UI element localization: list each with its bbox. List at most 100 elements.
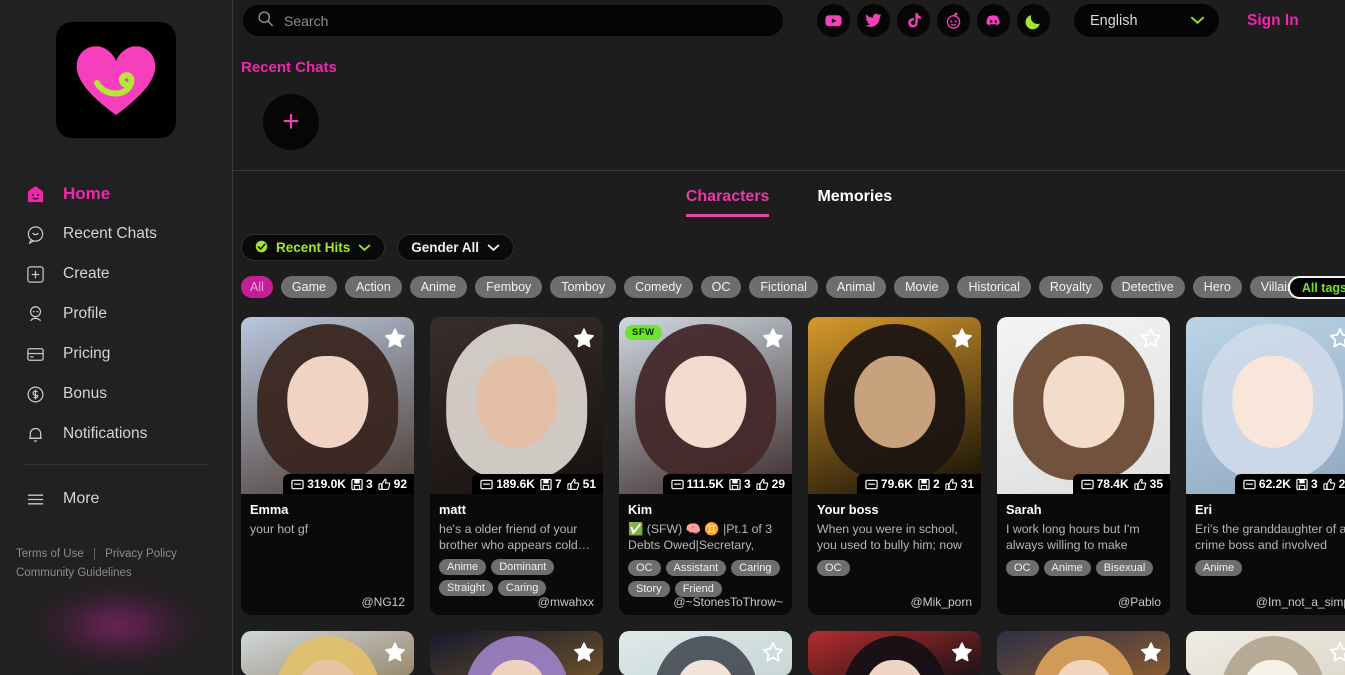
tag-pill[interactable]: Fictional: [749, 276, 818, 298]
favorite-star-icon[interactable]: [573, 641, 595, 663]
chat-count: 319.0K: [291, 477, 346, 491]
sidebar-item-profile[interactable]: Profile: [0, 294, 232, 334]
tag-pill[interactable]: OC: [701, 276, 742, 298]
search-icon: [257, 10, 274, 32]
character-card[interactable]: [1186, 631, 1345, 675]
logo-container[interactable]: [0, 0, 232, 138]
chat-count-value: 79.6K: [881, 477, 913, 491]
plus-square-icon: [24, 263, 46, 285]
sidebar-item-pricing[interactable]: Pricing: [0, 334, 232, 374]
character-tag[interactable]: OC: [817, 560, 850, 576]
card-body: matthe's a older friend of your brother …: [430, 494, 603, 615]
character-tag[interactable]: Caring: [498, 580, 546, 596]
tag-pill[interactable]: Detective: [1111, 276, 1185, 298]
character-tag[interactable]: Anime: [439, 559, 486, 575]
tag-pill[interactable]: All: [241, 276, 273, 298]
character-tag[interactable]: Caring: [731, 560, 779, 576]
favorite-star-icon[interactable]: [1329, 327, 1345, 349]
character-author[interactable]: @Mik_porn: [910, 595, 972, 609]
favorite-star-icon[interactable]: [573, 327, 595, 349]
character-author[interactable]: @Pablo: [1118, 595, 1161, 609]
sidebar-item-recent-chats[interactable]: Recent Chats: [0, 214, 232, 254]
reddit-icon[interactable]: [937, 4, 970, 37]
language-selector[interactable]: English: [1074, 4, 1219, 37]
add-chat-button[interactable]: +: [263, 94, 319, 150]
sign-in-button[interactable]: Sign In: [1247, 12, 1299, 30]
character-tag[interactable]: Assistant: [666, 560, 727, 576]
character-card[interactable]: 319.0K392Emmayour hot gf@NG12: [241, 317, 414, 615]
youtube-icon[interactable]: [817, 4, 850, 37]
character-card[interactable]: 189.6K751matthe's a older friend of your…: [430, 317, 603, 615]
character-tag[interactable]: OC: [1006, 560, 1039, 576]
character-tag[interactable]: Bisexual: [1096, 560, 1154, 576]
character-card[interactable]: [619, 631, 792, 675]
tag-pill[interactable]: Royalty: [1039, 276, 1103, 298]
search-input[interactable]: [284, 13, 769, 29]
moon-icon[interactable]: [1017, 4, 1050, 37]
tag-pill[interactable]: Anime: [410, 276, 467, 298]
tag-pill[interactable]: Movie: [894, 276, 949, 298]
tag-pill[interactable]: Hero: [1193, 276, 1242, 298]
character-author[interactable]: @~StonesToThrow~: [673, 595, 783, 609]
search-bar[interactable]: [243, 5, 783, 36]
character-name: matt: [439, 502, 594, 517]
favorite-star-icon[interactable]: [384, 327, 406, 349]
twitter-icon[interactable]: [857, 4, 890, 37]
favorite-star-icon[interactable]: [762, 641, 784, 663]
privacy-policy-link[interactable]: Privacy Policy: [105, 548, 177, 560]
character-card[interactable]: 79.6K231Your bossWhen you were in school…: [808, 317, 981, 615]
character-tag[interactable]: Dominant: [491, 559, 554, 575]
sort-icon: [255, 240, 268, 256]
tag-pill[interactable]: Comedy: [624, 276, 693, 298]
favorite-star-icon[interactable]: [1140, 327, 1162, 349]
decorative-glow: [30, 585, 205, 665]
tag-pill[interactable]: Game: [281, 276, 337, 298]
character-author[interactable]: @Im_not_a_simp: [1256, 595, 1345, 609]
card-image: SFW111.5K329: [619, 317, 792, 494]
character-author[interactable]: @NG12: [361, 595, 405, 609]
sidebar-item-home[interactable]: Home: [0, 174, 232, 214]
sidebar-item-notifications[interactable]: Notifications: [0, 414, 232, 454]
tag-pill[interactable]: Tomboy: [550, 276, 616, 298]
character-tag[interactable]: Straight: [439, 580, 493, 596]
tag-pill[interactable]: Action: [345, 276, 402, 298]
favorite-star-icon[interactable]: [1140, 641, 1162, 663]
character-tag[interactable]: Anime: [1195, 560, 1242, 576]
character-tag[interactable]: Anime: [1044, 560, 1091, 576]
sort-filter-button[interactable]: Recent Hits: [241, 234, 385, 261]
favorite-star-icon[interactable]: [951, 327, 973, 349]
tag-filter-row: All Game Action Anime Femboy Tomboy Comedy OC Fi…: [233, 261, 1345, 298]
tag-pill[interactable]: Femboy: [475, 276, 542, 298]
character-card[interactable]: [808, 631, 981, 675]
gender-filter-button[interactable]: Gender All: [397, 234, 514, 261]
favorite-star-icon[interactable]: [762, 327, 784, 349]
favorite-star-icon[interactable]: [384, 641, 406, 663]
sidebar-item-create[interactable]: Create: [0, 254, 232, 294]
character-card[interactable]: [241, 631, 414, 675]
character-card[interactable]: 78.4K35SarahI work long hours but I'm al…: [997, 317, 1170, 615]
character-card[interactable]: SFW111.5K329Kim✅ (SFW) 🧠 ♊ |Pt.1 of 3 De…: [619, 317, 792, 615]
discord-icon[interactable]: [977, 4, 1010, 37]
dollar-circle-icon: [24, 383, 46, 405]
favorite-star-icon[interactable]: [1329, 641, 1345, 663]
character-card[interactable]: [997, 631, 1170, 675]
all-tags-button[interactable]: All tags: [1288, 276, 1345, 299]
tab-memories[interactable]: Memories: [817, 188, 892, 217]
character-tag[interactable]: OC: [628, 560, 661, 576]
tag-pill[interactable]: Animal: [826, 276, 886, 298]
sidebar-item-more[interactable]: More: [0, 479, 232, 519]
character-author[interactable]: @mwahxx: [538, 595, 594, 609]
sidebar-item-bonus[interactable]: Bonus: [0, 374, 232, 414]
favorite-star-icon[interactable]: [951, 641, 973, 663]
chat-count-value: 62.2K: [1259, 477, 1291, 491]
character-card[interactable]: [430, 631, 603, 675]
character-tag[interactable]: Story: [628, 581, 670, 597]
tab-characters[interactable]: Characters: [686, 188, 770, 217]
tiktok-icon[interactable]: [897, 4, 930, 37]
tag-pill[interactable]: Historical: [957, 276, 1030, 298]
terms-of-use-link[interactable]: Terms of Use: [16, 548, 84, 560]
heart-logo[interactable]: [56, 22, 176, 138]
save-count-value: 3: [1311, 477, 1318, 491]
character-card[interactable]: 62.2K328EriEri's the granddaughter of a …: [1186, 317, 1345, 615]
community-guidelines-link[interactable]: Community Guidelines: [16, 567, 132, 579]
